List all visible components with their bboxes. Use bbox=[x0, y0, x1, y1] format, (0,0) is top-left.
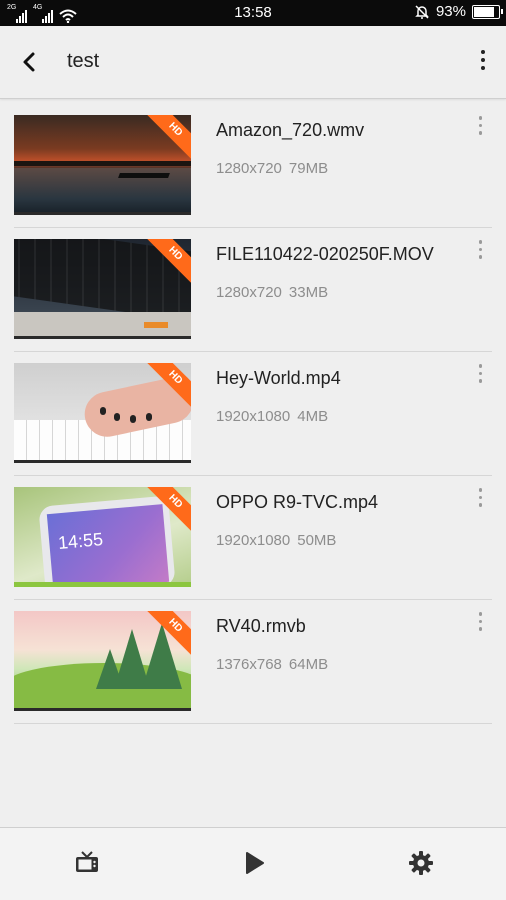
video-meta: 1920x1080 4MB bbox=[216, 408, 328, 425]
video-resolution: 1280x720 bbox=[216, 284, 282, 301]
list-item[interactable]: 14:55 HD OPPO R9-TVC.mp4 1920x1080 50MB bbox=[0, 476, 506, 600]
back-button[interactable] bbox=[18, 48, 42, 76]
more-vert-icon bbox=[478, 612, 482, 616]
hd-badge: HD bbox=[140, 115, 191, 165]
item-more-button[interactable] bbox=[478, 116, 482, 135]
video-thumbnail[interactable]: 14:55 HD bbox=[14, 487, 191, 587]
video-size: 79MB bbox=[288, 160, 329, 177]
video-name: RV40.rmvb bbox=[216, 616, 306, 636]
video-thumbnail[interactable]: HD bbox=[14, 363, 191, 463]
list-item[interactable]: HD RV40.rmvb 1376x768 64MB bbox=[0, 600, 506, 724]
more-vert-icon bbox=[481, 50, 485, 54]
video-size: 64MB bbox=[288, 656, 329, 673]
bell-muted-icon bbox=[415, 4, 429, 19]
more-vert-icon bbox=[478, 364, 482, 368]
video-resolution: 1920x1080 bbox=[216, 532, 291, 549]
video-name: Hey-World.mp4 bbox=[216, 368, 341, 388]
item-more-button[interactable] bbox=[478, 488, 482, 507]
play-button[interactable] bbox=[241, 850, 269, 878]
video-meta: 1376x768 64MB bbox=[216, 656, 328, 673]
status-bar: 2G 4G 13:58 93% bbox=[0, 0, 506, 26]
video-name: Amazon_720.wmv bbox=[216, 120, 365, 140]
settings-button[interactable] bbox=[408, 850, 436, 878]
battery-icon bbox=[472, 4, 503, 19]
thumbnail-clock-text: 14:55 bbox=[57, 529, 104, 553]
status-right: 93% bbox=[414, 3, 503, 20]
video-meta: 1920x1080 50MB bbox=[216, 532, 336, 549]
app-bar: test bbox=[0, 26, 506, 99]
list-item[interactable]: HD Amazon_720.wmv 1280x720 79MB bbox=[0, 104, 506, 228]
video-size: 4MB bbox=[297, 408, 329, 425]
battery-percent: 93% bbox=[435, 3, 466, 20]
video-meta: 1280x720 79MB bbox=[216, 160, 328, 177]
divider bbox=[14, 723, 492, 724]
list-item[interactable]: HD Hey-World.mp4 1920x1080 4MB bbox=[0, 352, 506, 476]
list-item[interactable]: HD FILE110422-020250F.MOV 1280x720 33MB bbox=[0, 228, 506, 352]
video-list: HD Amazon_720.wmv 1280x720 79MB HD FILE11… bbox=[0, 104, 506, 724]
play-icon bbox=[246, 852, 264, 874]
video-name: OPPO R9-TVC.mp4 bbox=[216, 492, 379, 512]
item-more-button[interactable] bbox=[478, 612, 482, 631]
video-thumbnail[interactable]: HD bbox=[14, 239, 191, 339]
page-title: test bbox=[67, 50, 100, 72]
overflow-menu-button[interactable] bbox=[478, 50, 488, 74]
video-resolution: 1920x1080 bbox=[216, 408, 291, 425]
video-name: FILE110422-020250F.MOV bbox=[216, 244, 434, 264]
more-vert-icon bbox=[478, 488, 482, 492]
more-vert-icon bbox=[478, 240, 482, 244]
bottom-nav bbox=[0, 827, 506, 900]
back-arrow-icon bbox=[23, 52, 35, 72]
settings-gear-icon bbox=[409, 851, 433, 875]
tv-button[interactable] bbox=[74, 850, 102, 878]
tv-icon bbox=[76, 851, 98, 872]
more-vert-icon bbox=[478, 116, 482, 120]
video-size: 50MB bbox=[297, 532, 337, 549]
video-resolution: 1376x768 bbox=[216, 656, 282, 673]
video-thumbnail[interactable]: HD bbox=[14, 611, 191, 711]
item-more-button[interactable] bbox=[478, 364, 482, 383]
video-size: 33MB bbox=[288, 284, 329, 301]
item-more-button[interactable] bbox=[478, 240, 482, 259]
video-meta: 1280x720 33MB bbox=[216, 284, 328, 301]
video-thumbnail[interactable]: HD bbox=[14, 115, 191, 215]
video-resolution: 1280x720 bbox=[216, 160, 282, 177]
